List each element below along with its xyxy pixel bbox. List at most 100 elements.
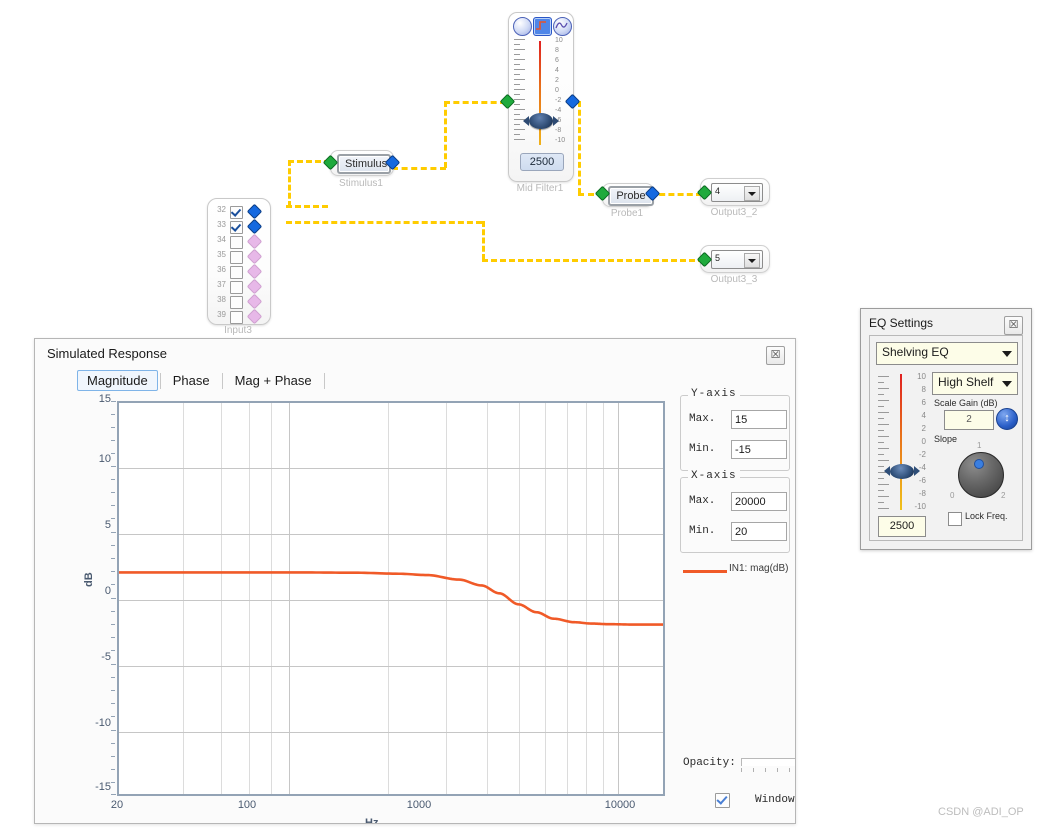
probe-label: Probe1: [610, 208, 644, 219]
input-row[interactable]: 36: [212, 265, 270, 279]
input-row-checkbox[interactable]: [230, 266, 243, 279]
tab-magnitude[interactable]: Magnitude: [77, 370, 158, 391]
input-row-checkbox[interactable]: [230, 221, 243, 234]
input-row-port[interactable]: [248, 235, 261, 248]
output-2-combo[interactable]: 4: [711, 183, 763, 202]
eq-freq-input[interactable]: 2500: [878, 516, 926, 537]
x-axis-min-row: Min.: [689, 522, 787, 542]
input-row-checkbox[interactable]: [230, 251, 243, 264]
mid-filter-node[interactable]: 10 8 6 4 2 0 -2 -4 -6 -8 -10 2500: [508, 12, 574, 182]
stimulus-button[interactable]: Stimulus: [337, 154, 391, 174]
eq-type-value: Shelving EQ: [882, 345, 949, 359]
close-icon[interactable]: ☒: [1004, 316, 1023, 335]
slope-tick-2: 2: [1001, 491, 1006, 500]
slope-knob[interactable]: [958, 452, 1004, 498]
tab-mag-plus-phase[interactable]: Mag + Phase: [225, 370, 322, 391]
y-tick-marks: [111, 401, 117, 796]
input-row-checkbox[interactable]: [230, 236, 243, 249]
x-axis-max-input[interactable]: [731, 492, 787, 511]
lock-freq-checkbox[interactable]: [948, 512, 962, 526]
mid-filter-freq-value[interactable]: 2500: [520, 153, 564, 171]
chevron-down-icon[interactable]: [1002, 381, 1012, 387]
eq-type-select[interactable]: Shelving EQ: [876, 342, 1018, 365]
input-row[interactable]: 33: [212, 220, 270, 234]
input-row-port[interactable]: [248, 205, 261, 218]
mid-filter-slider-handle[interactable]: [523, 113, 559, 129]
input-row-checkbox[interactable]: [230, 296, 243, 309]
lock-freq-label: Lock Freq.: [965, 511, 1008, 521]
input-row-number: 33: [217, 220, 226, 229]
plot-legend: IN1: mag(dB): [683, 561, 795, 581]
scale-gain-stepper-icon[interactable]: ↕: [996, 408, 1018, 430]
close-icon[interactable]: ☒: [766, 346, 785, 365]
input-row[interactable]: 39: [212, 310, 270, 324]
target-icon[interactable]: [513, 17, 532, 36]
shelf-type-value: High Shelf: [938, 375, 994, 389]
input-block[interactable]: 32 33 34 35 36 37 38 39: [207, 198, 271, 325]
mid-filter-ruler: [514, 39, 528, 144]
stimulus-node[interactable]: Stimulus: [330, 150, 394, 176]
input-row-number: 32: [217, 205, 226, 214]
input-row-port[interactable]: [248, 265, 261, 278]
wire-mid-riser: [444, 101, 447, 168]
input-row-port[interactable]: [248, 295, 261, 308]
input-row-checkbox[interactable]: [230, 206, 243, 219]
opacity-slider[interactable]: [741, 755, 795, 775]
probe-button[interactable]: Probe: [608, 186, 654, 206]
window-on-top-checkbox[interactable]: [715, 793, 730, 808]
y-axis-legend: Y-axis: [688, 388, 740, 400]
input-row-number: 39: [217, 310, 226, 319]
eq-gain-slider[interactable]: 10 8 6 4 2 0 -2 -4 -6 -8 -10: [878, 372, 926, 512]
wire-input2-to-out3: [482, 259, 704, 262]
input-row[interactable]: 38: [212, 295, 270, 309]
eq-slider-gradient-bar: [900, 374, 902, 510]
wire-stimulus-to-mid: [392, 167, 446, 170]
y-axis-max-row: Max.: [689, 410, 787, 430]
chevron-down-icon[interactable]: [1002, 351, 1012, 357]
response-plot[interactable]: [117, 401, 665, 796]
y-axis-min-input[interactable]: [731, 440, 787, 459]
input-row-port[interactable]: [248, 220, 261, 233]
slope-tick-1: 1: [977, 441, 982, 450]
x-axis-min-input[interactable]: [731, 522, 787, 541]
chevron-down-icon[interactable]: [744, 253, 760, 268]
chevron-down-icon[interactable]: [744, 186, 760, 201]
x-axis-min-label: Min.: [689, 525, 716, 537]
watermark: CSDN @ADI_OP: [938, 806, 1024, 818]
eq-settings-body: Shelving EQ 10 8 6 4 2 0 -2 -4 -6 -8 -10…: [869, 335, 1023, 541]
legend-line-swatch: [683, 570, 727, 573]
schematic-canvas: 32 33 34 35 36 37 38 39 Input3 Stimulus …: [0, 0, 1048, 336]
eq-slider-handle[interactable]: [884, 464, 920, 479]
response-curve: [119, 571, 663, 626]
input-row[interactable]: 32: [212, 205, 270, 219]
input-row-port[interactable]: [248, 280, 261, 293]
probe-node[interactable]: Probe: [602, 183, 654, 207]
input-row-number: 37: [217, 280, 226, 289]
input-row[interactable]: 35: [212, 250, 270, 264]
input-row[interactable]: 37: [212, 280, 270, 294]
y-axis-max-input[interactable]: [731, 410, 787, 429]
input-block-label: Input3: [224, 325, 252, 336]
input-row-port[interactable]: [248, 250, 261, 263]
opacity-slider-track[interactable]: [741, 758, 795, 766]
filter-curve-icon[interactable]: [533, 17, 552, 36]
output-2-value: 4: [715, 186, 721, 196]
mid-filter-scale-labels: 10 8 6 4 2 0 -2 -4 -6 -8 -10: [555, 37, 566, 144]
input-row-number: 38: [217, 295, 226, 304]
scale-gain-input[interactable]: 2: [944, 410, 994, 430]
output-3-value: 5: [715, 253, 721, 263]
input-row-checkbox[interactable]: [230, 311, 243, 324]
input-row-checkbox[interactable]: [230, 281, 243, 294]
close-glyph: ☒: [770, 349, 781, 361]
tab-phase[interactable]: Phase: [163, 370, 220, 391]
mid-filter-icon-row[interactable]: [512, 17, 572, 36]
y-axis-fieldset: Y-axis Max. Min.: [680, 388, 790, 471]
input-row-number: 35: [217, 250, 226, 259]
simulated-response-window: Simulated Response ☒ Magnitude Phase Mag…: [34, 338, 796, 824]
y-axis-min-label: Min.: [689, 443, 716, 455]
output-3-combo[interactable]: 5: [711, 250, 763, 269]
sine-wave-icon[interactable]: [553, 17, 572, 36]
input-row-port[interactable]: [248, 310, 261, 323]
shelf-type-select[interactable]: High Shelf: [932, 372, 1018, 395]
input-row[interactable]: 34: [212, 235, 270, 249]
